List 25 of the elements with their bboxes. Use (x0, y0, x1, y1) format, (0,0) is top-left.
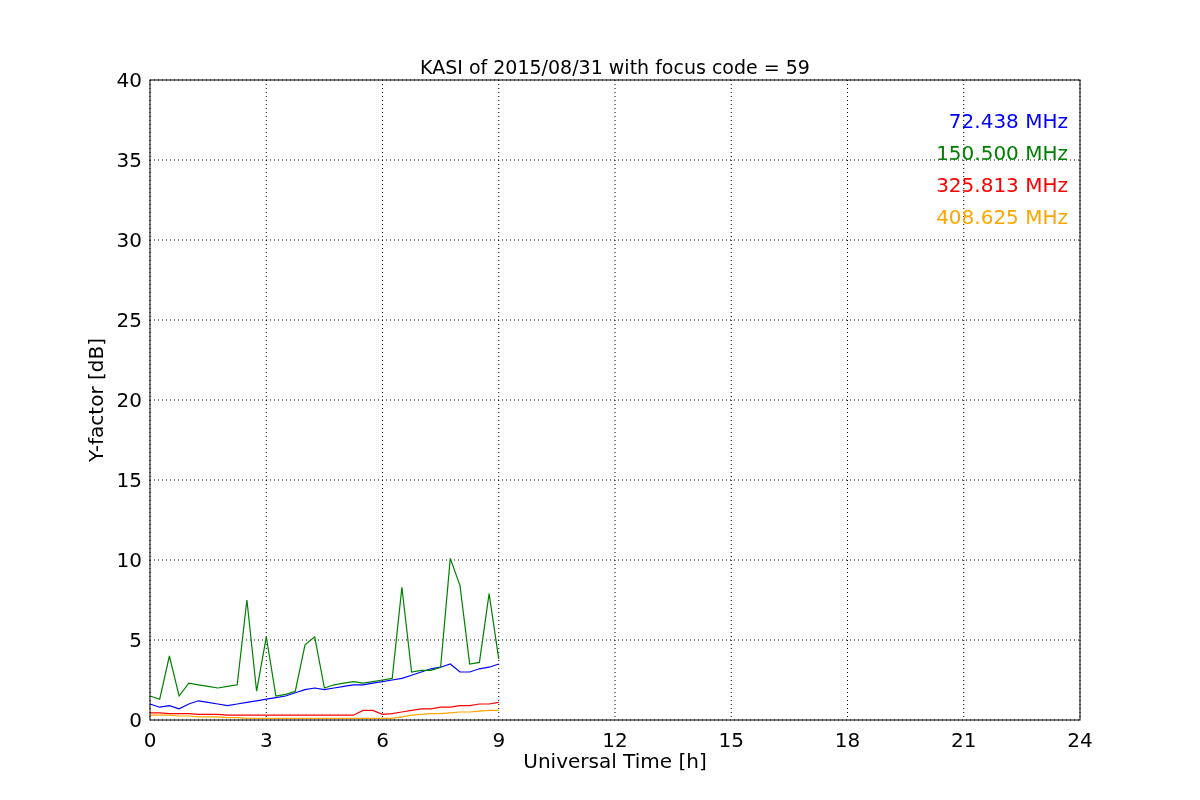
tick-label: 35 (116, 148, 142, 172)
tick-label: 21 (951, 728, 977, 752)
tick-label: 40 (116, 68, 142, 92)
tick-label: 3 (259, 728, 273, 752)
tick-label: 20 (116, 388, 142, 412)
tick-label: 12 (602, 728, 628, 752)
tick-label: 15 (718, 728, 744, 752)
chart-title: KASI of 2015/08/31 with focus code = 59 (420, 56, 810, 78)
tick-label: 0 (143, 728, 157, 752)
axis-label: Y-factor [dB] (84, 338, 108, 462)
tick-label: 6 (376, 728, 389, 752)
tick-label: 5 (129, 628, 142, 652)
tick-label: 10 (116, 548, 142, 572)
legend-text: 72.438 MHz (948, 109, 1068, 133)
legend-text: 150.500 MHz (936, 141, 1068, 165)
axis-label: Universal Time [h] (523, 749, 707, 773)
tick-label: 30 (116, 228, 142, 252)
tick-label: 25 (116, 308, 142, 332)
tick-label: 9 (492, 728, 506, 752)
tick-label: 18 (834, 728, 861, 752)
tick-label: 0 (129, 708, 142, 732)
legend-text: 325.813 MHz (936, 173, 1068, 197)
tick-label: 24 (1067, 728, 1093, 752)
legend-text: 408.625 MHz (936, 205, 1068, 229)
tick-label: 15 (116, 468, 142, 492)
